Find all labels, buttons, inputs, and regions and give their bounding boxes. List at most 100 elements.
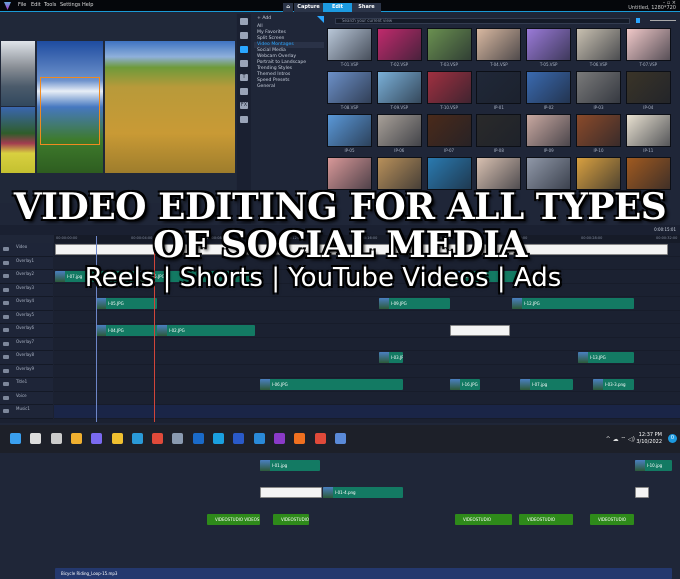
track-header[interactable]: Overlay6 (0, 324, 53, 338)
track-type-icon (3, 409, 9, 413)
headline-line-1: VIDEO EDITING FOR ALL TYPES (13, 186, 668, 228)
settings-icon[interactable] (172, 433, 184, 444)
template-thumbnail[interactable] (327, 71, 372, 104)
timeline-clip[interactable]: I-01-4.png (323, 487, 403, 498)
system-tray[interactable]: ^ ☁ ⌔ ◁) (606, 435, 635, 443)
tab-capture[interactable]: Capture (294, 3, 323, 12)
weather-icon[interactable] (70, 433, 82, 444)
template-thumbnail[interactable] (376, 28, 422, 61)
track-type-icon (3, 328, 9, 332)
media-icon[interactable] (240, 18, 248, 25)
menu-settings[interactable]: Settings (60, 2, 81, 8)
instant-project-icon[interactable] (240, 32, 248, 39)
thumbnail-view-icon[interactable] (636, 18, 640, 23)
template-thumbnail[interactable] (625, 114, 671, 147)
template-thumbnail[interactable] (526, 28, 572, 61)
template-thumbnail[interactable] (476, 114, 522, 147)
tab-share[interactable]: Share (352, 3, 381, 12)
track-header[interactable]: Overlay7 (0, 337, 53, 351)
tab-edit[interactable]: Edit (323, 3, 352, 12)
track-name: Overlay6 (16, 325, 35, 330)
chrome-icon[interactable] (314, 433, 326, 444)
videostudio-icon[interactable] (334, 433, 346, 444)
publisher-icon[interactable] (253, 433, 265, 444)
template-thumbnail[interactable] (327, 28, 372, 61)
category-item[interactable]: General (254, 84, 324, 90)
fx-icon[interactable]: FX (240, 102, 248, 109)
track-header[interactable]: Overlay4 (0, 297, 53, 311)
template-thumbnail[interactable] (625, 28, 671, 61)
template-thumbnail[interactable] (426, 114, 472, 147)
transition-icon[interactable] (240, 60, 248, 67)
track-header[interactable]: Voice (0, 391, 53, 405)
track-header[interactable]: Overlay8 (0, 351, 53, 365)
template-thumbnail[interactable] (426, 28, 472, 61)
track-header[interactable]: Overlay5 (0, 310, 53, 324)
cortana-icon[interactable] (213, 433, 224, 444)
title-icon[interactable]: T (240, 74, 248, 81)
track-type-icon (3, 395, 9, 400)
teams-icon[interactable] (91, 433, 103, 444)
template-thumbnail[interactable] (576, 114, 621, 147)
track-name: Voice (16, 392, 27, 398)
track-name: Overlay8 (16, 352, 35, 357)
timeline-clip[interactable]: VIDEOSTUDIO (519, 514, 573, 525)
file-explorer-icon[interactable] (111, 433, 123, 444)
thumbnail-label: IP-01 (493, 105, 504, 110)
timeline-clip[interactable]: VIDEOSTUDIO (273, 514, 309, 525)
thumbnail-size-slider[interactable] (650, 20, 676, 21)
timeline-clip[interactable] (260, 487, 322, 498)
firefox-icon[interactable] (294, 433, 306, 444)
thumbnail-label: IP-10 (593, 148, 604, 153)
track-header[interactable]: Music1 (0, 405, 53, 419)
menu-file[interactable]: File (18, 2, 26, 8)
template-thumbnail[interactable] (476, 71, 522, 104)
template-thumbnail[interactable] (526, 114, 572, 147)
timeline-clip[interactable] (635, 487, 649, 498)
template-thumbnail[interactable] (576, 28, 621, 61)
thumbnail-label: T-08.VSP (340, 105, 359, 110)
store-icon[interactable] (152, 433, 164, 444)
template-icon[interactable] (240, 46, 248, 53)
template-thumbnail[interactable] (476, 28, 522, 61)
home-button[interactable]: ⌂ (283, 3, 293, 12)
timeline-clip[interactable]: VIDEOSTUDIO (455, 514, 512, 525)
start-icon[interactable] (10, 433, 21, 444)
add-button[interactable]: + Add (254, 16, 324, 22)
track-header[interactable]: Overlay9 (0, 364, 53, 378)
outlook-icon[interactable] (192, 433, 204, 444)
timeline-clip[interactable]: VIDEOSTUDIO (590, 514, 634, 525)
onenote-icon[interactable] (273, 433, 285, 444)
thumbnail-label: T-01.VSP (340, 62, 359, 67)
notification-badge[interactable]: 0 (668, 434, 677, 443)
thumbnail-label: T-04.VSP (490, 62, 508, 67)
selection-box[interactable] (40, 77, 100, 145)
template-thumbnail[interactable] (327, 114, 372, 147)
track-header[interactable]: Title1 (0, 378, 53, 392)
path-icon[interactable] (240, 116, 248, 123)
template-thumbnail[interactable] (426, 71, 472, 104)
timeline-clip[interactable]: Bicycle Riding_Loop-15.mp3 (55, 568, 672, 579)
thumbnail-label: T-06.VSP (589, 62, 608, 67)
template-thumbnail[interactable] (376, 71, 422, 104)
menu-edit[interactable]: Edit (31, 2, 41, 8)
template-thumbnail[interactable] (625, 71, 671, 104)
word-icon[interactable] (233, 433, 245, 444)
search-icon[interactable] (30, 433, 42, 444)
template-thumbnail[interactable] (376, 114, 422, 147)
template-thumbnail[interactable] (576, 71, 621, 104)
window-controls[interactable]: – ▫ × Untitled, 1280*720 (628, 1, 676, 11)
menu-help[interactable]: Help (82, 2, 93, 8)
graphics-icon[interactable] (240, 88, 248, 95)
search-input[interactable]: Search your current view (335, 18, 630, 24)
clock[interactable]: 12:37 PM 3/10/2022 (636, 432, 662, 446)
date: 3/10/2022 (636, 439, 662, 445)
timeline-clip[interactable]: I-10.jpg (635, 460, 672, 471)
edge-icon[interactable] (131, 433, 143, 444)
task-view-icon[interactable] (50, 433, 62, 444)
timeline-clip[interactable]: VIDEOSTUDIO VIDEOS (207, 514, 260, 525)
timeline-clip[interactable]: I-01.jpg (260, 460, 320, 471)
menu-tools[interactable]: Tools (44, 2, 56, 8)
template-thumbnail[interactable] (526, 71, 572, 104)
add-label: Add (262, 16, 272, 21)
